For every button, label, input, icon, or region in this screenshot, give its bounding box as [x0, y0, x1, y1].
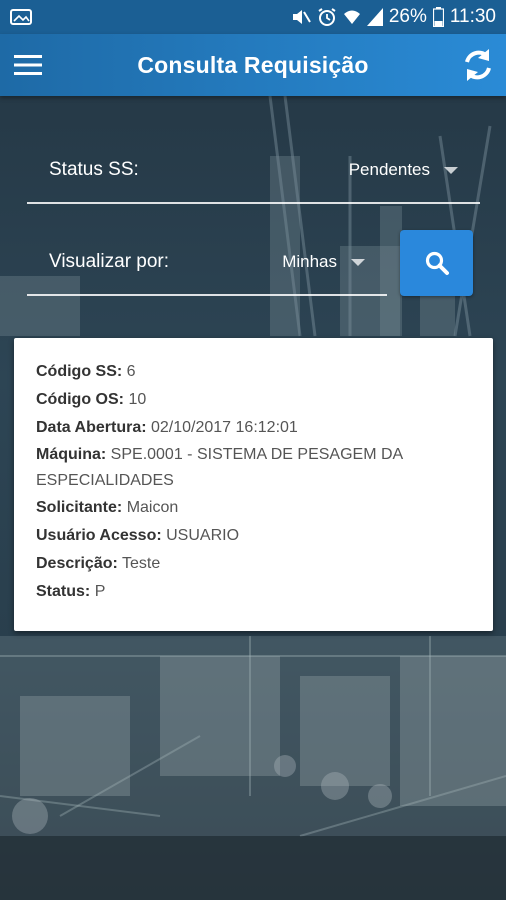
- gallery-notification-icon: [10, 9, 32, 25]
- view-dropdown-value: Minhas: [282, 252, 337, 271]
- request-card[interactable]: Código SS: 6 Código OS: 10 Data Abertura…: [14, 338, 493, 631]
- page-title: Consulta Requisição: [137, 51, 369, 78]
- wifi-icon: [343, 8, 361, 26]
- chevron-down-icon: [444, 166, 458, 174]
- field-codigo-ss: Código SS: 6: [36, 363, 136, 380]
- field-descricao: Descrição: Teste: [36, 555, 161, 572]
- view-filter-row: Visualizar por: Minhas: [27, 230, 387, 296]
- field-status: Status: P: [36, 583, 106, 600]
- search-button[interactable]: [400, 230, 473, 296]
- battery-icon: [432, 7, 444, 27]
- view-dropdown[interactable]: Minhas: [282, 252, 365, 272]
- app-bar: Consulta Requisição: [0, 34, 506, 96]
- refresh-icon: [465, 49, 491, 81]
- status-filter-row: Status SS: Pendentes: [27, 138, 480, 204]
- battery-percent: 26%: [388, 6, 427, 27]
- status-bar: 26% 11:30: [0, 0, 506, 34]
- hamburger-menu-icon: [14, 55, 42, 75]
- chevron-down-icon: [351, 258, 365, 266]
- signal-icon: [366, 8, 383, 26]
- clock-time: 11:30: [449, 6, 496, 27]
- field-usuario-acesso: Usuário Acesso: USUARIO: [36, 527, 240, 544]
- field-codigo-os: Código OS: 10: [36, 391, 147, 408]
- alarm-icon: [317, 7, 337, 27]
- status-filter-label: Status SS:: [49, 159, 139, 180]
- refresh-button[interactable]: [450, 34, 506, 96]
- menu-button[interactable]: [0, 34, 56, 96]
- search-icon: [425, 251, 449, 275]
- view-filter-label: Visualizar por:: [49, 251, 170, 272]
- field-data-abertura: Data Abertura: 02/10/2017 16:12:01: [36, 419, 298, 436]
- field-solicitante: Solicitante: Maicon: [36, 499, 179, 516]
- status-dropdown[interactable]: Pendentes: [349, 160, 458, 180]
- mute-icon: [291, 8, 311, 26]
- status-dropdown-value: Pendentes: [348, 160, 430, 179]
- field-maquina: Máquina: SPE.0001 - SISTEMA DE PESAGEM D…: [36, 446, 403, 489]
